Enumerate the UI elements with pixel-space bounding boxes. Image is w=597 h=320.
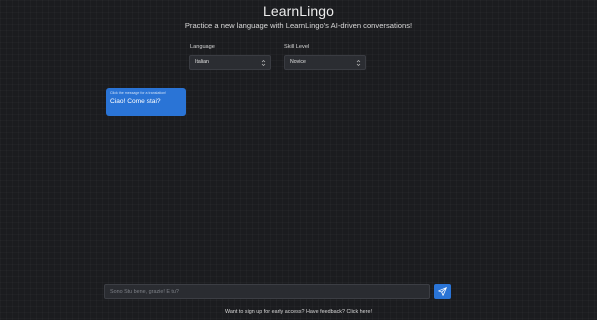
chat-input[interactable] [104,284,430,299]
feedback-link[interactable]: Want to sign up for early access? Have f… [0,309,597,315]
skill-level-select-value: Novice [290,59,306,65]
language-label: Language [190,44,215,50]
paper-plane-icon [438,287,447,296]
skill-level-label: Skill Level [284,44,310,50]
page-title: LearnLingo [262,3,335,19]
translation-hint: Click the message for a translation! [110,91,167,95]
chat-message-text: Ciao! Come stai? [110,98,161,105]
chevron-up-down-icon [356,60,361,66]
chevron-up-down-icon [261,60,266,66]
chat-message-bubble[interactable]: Click the message for a translation! Cia… [106,88,186,116]
send-button[interactable] [434,284,451,299]
page-subtitle: Practice a new language with LearnLingo'… [184,21,413,30]
language-select[interactable]: Italian [189,55,271,70]
language-select-value: Italian [195,59,209,65]
skill-level-select[interactable]: Novice [284,55,366,70]
